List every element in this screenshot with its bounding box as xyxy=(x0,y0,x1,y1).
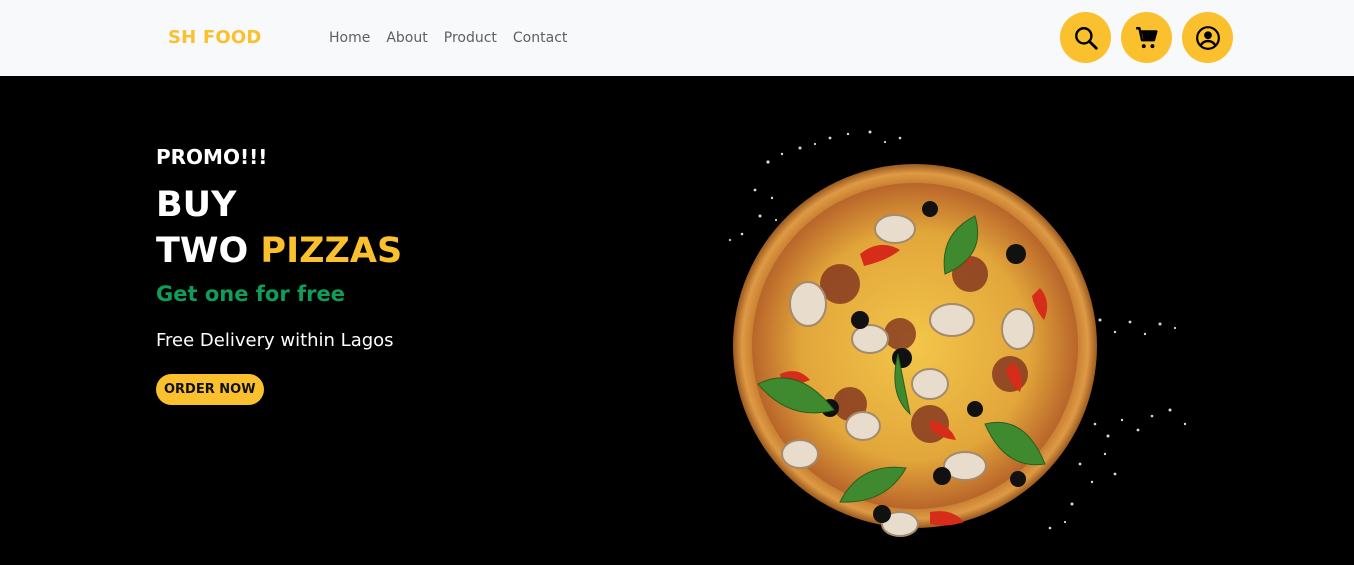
nav-link-product[interactable]: Product xyxy=(444,30,497,46)
headline-line1: BUY xyxy=(156,185,237,225)
brand-logo[interactable]: SH FOOD xyxy=(168,27,262,48)
nav-link-about[interactable]: About xyxy=(386,30,427,46)
navbar: SH FOOD Home About Product Contact xyxy=(0,0,1354,76)
account-button[interactable] xyxy=(1182,12,1233,63)
delivery-text: Free Delivery within Lagos xyxy=(156,330,394,351)
hero-section: PROMO!!! BUY TWO PIZZAS Get one for free… xyxy=(0,76,1354,565)
headline-line2-white: TWO xyxy=(156,231,249,271)
hero-headline: BUY TWO PIZZAS xyxy=(156,182,402,274)
promo-label: PROMO!!! xyxy=(156,145,268,169)
search-icon xyxy=(1074,26,1098,50)
nav-links: Home About Product Contact xyxy=(329,30,583,46)
user-circle-icon xyxy=(1195,25,1220,50)
nav-link-home[interactable]: Home xyxy=(329,30,370,46)
pizza-image xyxy=(720,124,1200,544)
hero-subhead: Get one for free xyxy=(156,282,345,306)
cart-icon xyxy=(1135,26,1158,48)
nav-icon-group xyxy=(1060,12,1233,63)
search-button[interactable] xyxy=(1060,12,1111,63)
headline-line2-accent: PIZZAS xyxy=(260,231,403,271)
nav-link-contact[interactable]: Contact xyxy=(513,30,567,46)
order-now-button[interactable]: ORDER NOW xyxy=(156,374,264,405)
cart-button[interactable] xyxy=(1121,12,1172,63)
